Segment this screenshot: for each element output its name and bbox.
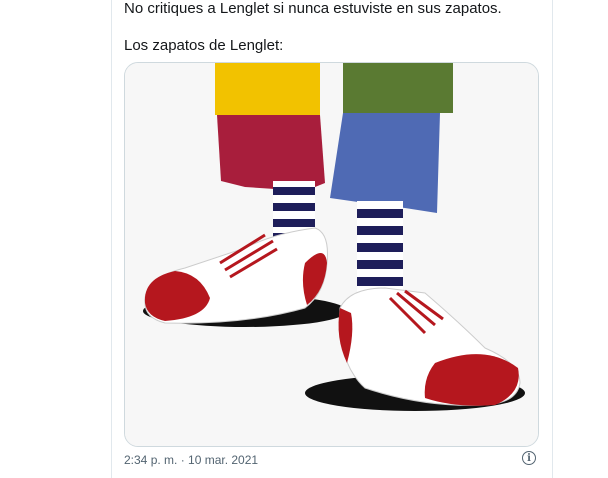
tweet-text-line-2: Los zapatos de Lenglet: [124, 37, 284, 54]
tweet-text-line-1: No critiques a Lenglet si nunca estuvist… [124, 0, 502, 17]
green-pant-segment [343, 63, 453, 113]
maroon-pant-segment [217, 115, 325, 191]
yellow-pant-segment [215, 63, 320, 115]
clown-shoes-image [125, 63, 538, 446]
info-icon[interactable]: i [522, 451, 536, 465]
blue-pant-segment [330, 113, 440, 213]
right-striped-sock [357, 201, 403, 301]
tweet-timestamp[interactable]: 2:34 p. m. · 10 mar. 2021 [124, 453, 258, 467]
tweet-photo[interactable] [124, 62, 539, 447]
